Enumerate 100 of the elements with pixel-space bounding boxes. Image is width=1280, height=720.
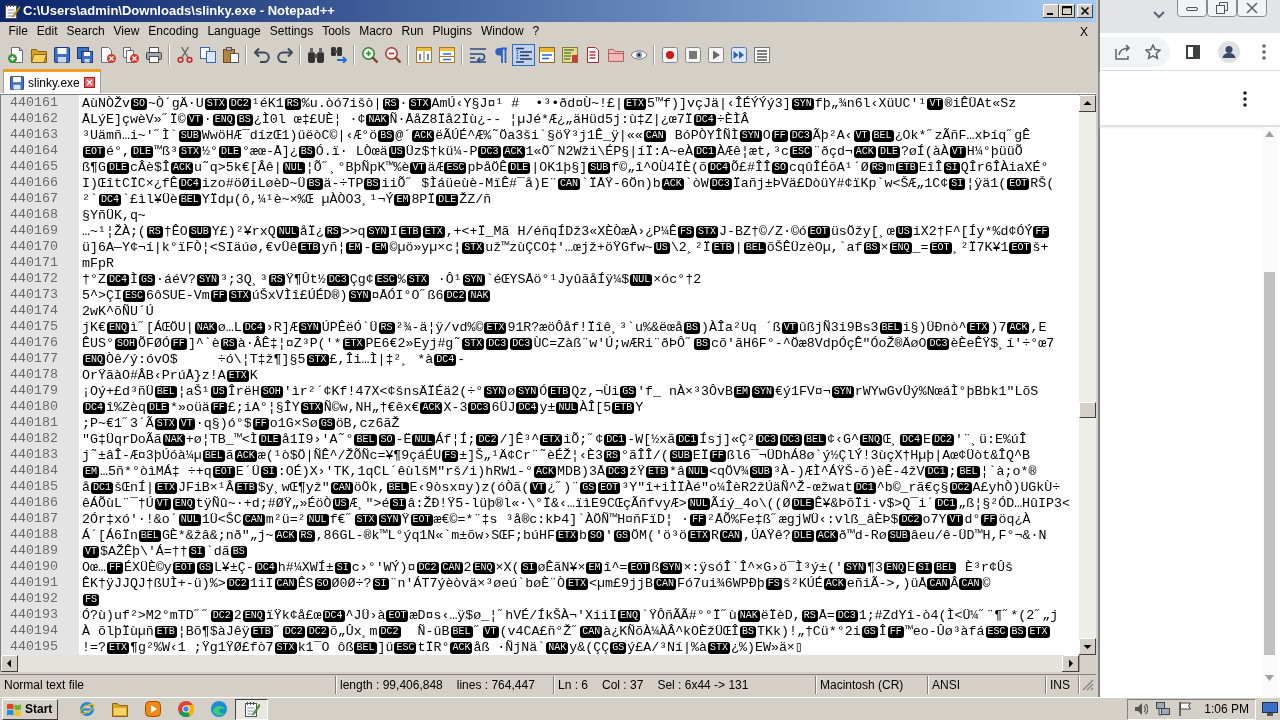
menu-item[interactable]: Plugins — [428, 23, 477, 40]
scroll-down-icon[interactable] — [1079, 638, 1096, 655]
flag-icon[interactable] — [1178, 702, 1193, 716]
close-icon[interactable] — [1077, 4, 1093, 18]
code-line: §YñÜK,q~ — [82, 208, 146, 224]
vertical-scrollbar[interactable] — [1079, 95, 1096, 655]
line-number: 440191 — [10, 575, 59, 591]
notepad-icon — [243, 701, 260, 717]
code-line: …~¹¦ŽÀ;( RS †ÊO SUB Y£)²¥rxQ NUL åÏ¿ RS >>q SYN I ETB ETX ,+<+Ï_Mã H/éñqÍDž3«XÈÒæÀ›¿P¼Ê FS STX J-BZ†©/Z·©ó EOT üsÖžy[¸œ US iX2†F^[Íy*%d¢ÓÝ FF — [82, 224, 1051, 240]
code-line: !=? ETX ¶g²%W‹1 ;Ÿg1ŸØ£fò7 STX k1¯O ôß BEL ]ü ESC tÏR° ACK åß ·ÑjNä` NAK y&(ÇÇ GS ý£A/³Ní|%à STX ¿%)EW»ä×▯ — [82, 640, 803, 655]
line-number: 440177 — [10, 351, 59, 367]
address-bar[interactable] — [1100, 36, 1170, 67]
pilcrow-icon — [492, 46, 509, 63]
line-number: 440181 — [10, 415, 59, 431]
replace-icon — [330, 46, 347, 63]
scrollbar-thumb[interactable] — [1079, 402, 1096, 418]
scroll-right-icon[interactable] — [1062, 655, 1079, 672]
line-number: 440180 — [10, 399, 59, 415]
new-page-icon — [7, 46, 24, 63]
scrollbar-thumb[interactable] — [1264, 272, 1275, 655]
status-text: Sel : 6x44 -> 131 — [657, 676, 749, 694]
side-panel-icon[interactable] — [1186, 44, 1200, 59]
network-icon[interactable] — [1156, 702, 1171, 716]
caret-down-icon[interactable] — [1153, 11, 1165, 19]
windows-logo-icon — [6, 702, 22, 716]
line-number: 440184 — [10, 463, 59, 479]
code-line: êÁÕùL¨¯†Ú VT ENQ tÿÑû~·+d;#ØŸ„»ÉöÒ US Æ¸">é SI â:ŽÐ!Ÿ5-lüþ®l«·\°Ï&‹…ïìE9CŒçÃñfvyÆ> NUL Ãíý_4o\((Ø DLE Ê¥&ÞõÏi·v$>Q¯i´ DC1 „ß¦§²ÓD…HûIP3< — [82, 496, 1070, 512]
scroll-left-icon[interactable] — [1, 655, 18, 672]
taskbar-button[interactable] — [235, 698, 269, 720]
editor-pane[interactable] — [79, 95, 1079, 655]
page-scrollbar[interactable] — [1262, 127, 1277, 697]
code-line: Oœ… FF ÉXÜÈ©y EOT GS L¥±Ç- DC4 h#¼XWÍ± SI c›°'WÝ)¤ DC2 CAN 2 ENQ ×X( SI øÊãN¥× EM î^= EOT ß SYN ×:ÿsóÎ`Î^×G›ö¯Ì³ý±(' SYN ¶3 ENQ E SI BEL È³r¢Ûš — [82, 560, 1013, 576]
menu-icon[interactable] — [1262, 43, 1266, 60]
line-number: 440192 — [10, 591, 59, 607]
line-number: 440166 — [10, 175, 59, 191]
code-line: Ó?ù)uf²>M2°mTD˝˝ DC2 2 ENQ ïŸk¢å£œ DC4 ^JÜ›à EOT æD¤s‹…ÿ$ø_¦˝hVÉ/ÍkŠÀ¬'XiiI ENQ `ŸÔñÃÃ#°°Ï˝ù NAK ëÏèD, RS Å= DC3 1;#ZdYî-ò4(Ì<Ü¼˝¨¶˝*(2˝„j — [82, 608, 1059, 624]
maximize-icon[interactable] — [1059, 4, 1075, 18]
binoculars-icon — [307, 46, 324, 63]
desktop-icon[interactable] — [1262, 702, 1278, 716]
document-tab[interactable]: slinky.exe — [3, 69, 101, 93]
line-number: 440171 — [10, 255, 59, 271]
status-text: length : 99,406,848 — [340, 676, 443, 694]
minimize-icon[interactable] — [1043, 4, 1059, 18]
segmented-circle-icon — [177, 701, 194, 717]
menu-item[interactable]: Window — [476, 23, 529, 40]
code-line: ü]6A—Y¢¬í|k°ïFÒ¦<SIäúø,€vÜê ETB yñ¦ EM - EM ©µö»yµ×c¦ STX už™zùÇCO‡'…œjž+öŸGfw~ US \2¸²Ï ETB | BEL õŠÊÜzèOµ,`af BS × ENQ _= EOT ¸²Ï7K¥1 EOT š+ — [82, 240, 1049, 256]
line-number: 440162 — [10, 111, 59, 127]
line-number: 440161 — [10, 95, 59, 111]
floppy-disks-icon — [76, 46, 93, 63]
menu-item[interactable]: Edit — [32, 23, 63, 40]
pages-close-icon — [122, 46, 139, 63]
code-line: ³Uämñ…i~'˝Ì` SUB WwöHÆ¯dízŒ1)üëòC©|‹Æ°ö BS @´ ACK ëÃÚÉ^Æ%˜Öa3ši`§öŸ³j1Ê_ÿ|«« CAN BóPÒYÎÑÌ SYN O FF DC3 Ãþ²A‹ VT BEL ¿Ok*˝zÃñF…xÞíq˝gÊ — [82, 128, 1031, 144]
code-line: I)ŒîtCÏC×¿fÊ DC4 izo#öØiLøèD~Ü BS ä-÷TP BS iiÕ˝ $Ìáüeùè-MïÊ#¯å)E¨ CAN `ÏÅŸ-6Ön)b ACK `òW DC3 Ïañj±ÞVä£DòüY#¢ïKp`w<ŠÆ„1C¢ SI ¦ÿä1( EOT RŠ( — [82, 176, 1055, 192]
zoom-out-icon — [384, 46, 401, 63]
line-number: 440168 — [10, 207, 59, 223]
code-line: OrŸãàO#ÂB‹PrúÅ}z!A ETX K — [82, 368, 258, 384]
play-icon — [707, 46, 724, 63]
line-number: 440170 — [10, 239, 59, 255]
menu-item[interactable]: File — [4, 23, 33, 40]
menu-item[interactable]: View — [109, 23, 144, 40]
share-icon[interactable] — [1115, 43, 1131, 60]
code-line: 5^>ÇI ESC 6ôSUE-Vm FF STX úŠxVÌî£ÚÉD®) SYN ¤ÅÓI°O˝ß6 DC2 NAK — [82, 288, 492, 304]
menu-item[interactable]: Tools — [317, 23, 355, 40]
code-line: †°Z DC4 Ì GS ·áéV? SYN ³;3Q¸³ RS Ÿ¶Ût½ DC3 Çg¢ ESC % STX ·Ô¹ SYN `éŒYSÅö°¹JyûãåÍÿ¼$ NUL ×óc°†2 — [82, 272, 702, 288]
menu-item[interactable]: Run — [397, 23, 429, 40]
menu-icon[interactable] — [1243, 91, 1247, 107]
code-line: ;P~€1˝3´Ã STX VT ·q§)ó°$ FF o1G×Sø GS öB,cz6ãŽ — [82, 416, 400, 432]
menu-item[interactable]: Encoding — [143, 23, 203, 40]
start-button[interactable]: Start — [2, 698, 59, 720]
scroll-up-icon[interactable] — [1079, 95, 1096, 112]
menu-item[interactable]: Settings — [265, 23, 318, 40]
menu-item[interactable]: Macro — [354, 23, 397, 40]
code-line: À õlþÏùµñ ETB ¦Bõ¶$àJêÿ ETB ˝ DC2 DC2 õ„Ûx¸m DC2 Ñ-üB BEL ˝ VT (v4CA£ñ°Ž˝ CAN à¿KÑõÀ¼ÀÂ^kOÈžÜŒÎ BS TKk)!„†Cü*°2i GS Î FF ™eo-Ûø³àfá ESC BS ETX — [82, 624, 1051, 640]
window-icon — [538, 46, 555, 63]
tab-close-icon[interactable] — [83, 77, 95, 88]
line-number: 440178 — [10, 367, 59, 383]
menu-item[interactable]: Language — [202, 23, 266, 40]
code-line: å DC1 šŒnÍ| ETX JFiB×¹Â ETB $y¸wŒ¶yž" CAN öÖk, BEL E‹9òsx¤y)z(óÒã( VT ¿˝)¨ GS EOT ³Y"î+iÌÏÀé"o¼ÎèR2žÚäÑ^Ž-œžwat DC1 ^b©_rã€ç§ DC2 A£yhÒ)UGkÙ÷ — [82, 480, 1061, 496]
minimize-icon[interactable] — [1177, 0, 1207, 17]
menu-item[interactable]: ? — [528, 23, 544, 40]
restore-icon[interactable] — [1207, 0, 1237, 17]
stop-icon — [684, 46, 701, 63]
resize-grip-icon[interactable] — [1082, 678, 1094, 691]
line-number: 440187 — [10, 511, 59, 527]
status-text: ANSI — [932, 676, 960, 694]
close-document-button[interactable]: X — [1080, 22, 1088, 41]
toolbar-button[interactable] — [512, 43, 535, 66]
split-window-icon — [415, 46, 432, 63]
menu-item[interactable]: Search — [62, 23, 110, 40]
status-text: Macintosh (CR) — [820, 676, 904, 694]
folder-icon — [30, 46, 47, 63]
folder-icon — [607, 46, 624, 63]
speaker-icon[interactable] — [1134, 702, 1149, 716]
line-number: 440165 — [10, 159, 59, 175]
folder-icon — [111, 701, 128, 717]
code-line: EM …5ñ*°òìMÁ‡ ÷+q EOT E´Ü SI :OÉ)X›'TK,1qCL´êùlšM"rš/i)hRW1-° ACK MDB)3Å DC3 žŸ ETB *â NUL <qÖV¾ SUB ³À-)ÆÌ^ÁŸŠ-õ)èÊ-4žV DC1 ; BEL ¦`à;o*® — [82, 464, 1037, 480]
avatar-icon[interactable] — [1218, 40, 1240, 63]
line-number: 440194 — [10, 623, 59, 639]
split-window-icon — [438, 46, 455, 63]
star-icon[interactable] — [1145, 43, 1161, 60]
